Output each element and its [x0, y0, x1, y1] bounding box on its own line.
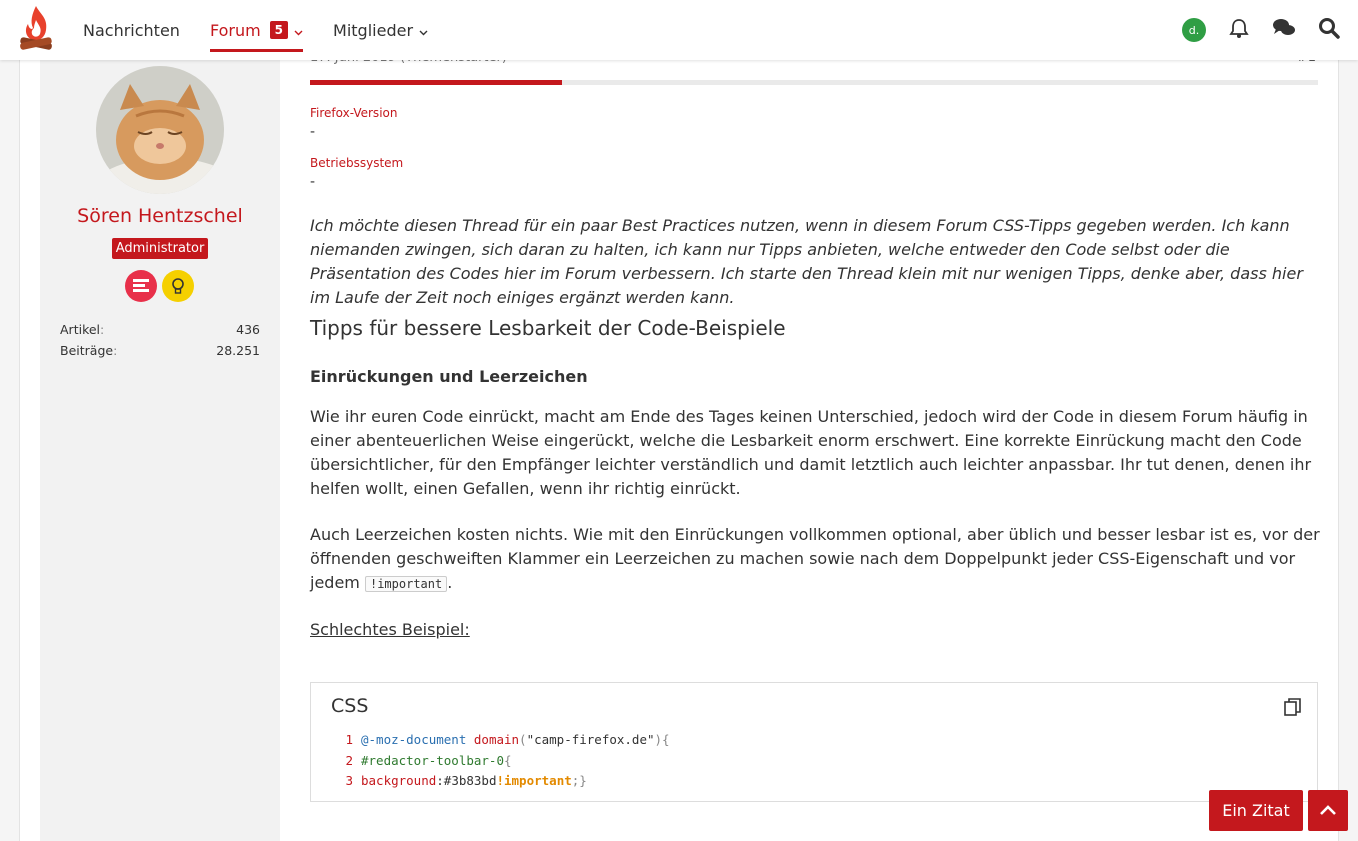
- author-name[interactable]: Sören Hentzschel: [40, 205, 280, 227]
- field-value-os: -: [310, 174, 316, 190]
- code-box: CSS 1 @-moz-document domain("camp-firefox…: [310, 682, 1318, 802]
- trophy-badges: [125, 270, 194, 302]
- code-token: !important: [496, 773, 572, 788]
- copy-icon[interactable]: [1283, 697, 1303, 721]
- code-line: 3 background:#3b83bd!important;}: [331, 771, 670, 792]
- code-token: background: [361, 773, 437, 788]
- section-heading: Tipps für bessere Lesbarkeit der Code-Be…: [310, 316, 786, 340]
- code-token: :#3b83bd: [436, 773, 497, 788]
- read-progress-fill: [310, 80, 562, 85]
- stat-row: Artikel 436: [60, 322, 260, 337]
- read-progress-bar: [310, 80, 1318, 85]
- inline-code: !important: [364, 576, 448, 592]
- bell-icon[interactable]: [1228, 17, 1250, 43]
- line-number: 1: [345, 732, 353, 747]
- main-nav: Nachrichten Forum 5 Mitglieder: [83, 0, 458, 60]
- field-label-firefox-version: Firefox-Version: [310, 106, 398, 120]
- code-token: @-moz-document: [361, 732, 467, 747]
- nav-item-nachrichten[interactable]: Nachrichten: [83, 0, 180, 60]
- header-icons: d.: [1182, 0, 1340, 60]
- code-line: 1 @-moz-document domain("camp-firefox.de"…: [331, 730, 670, 751]
- paragraph-text: Auch Leerzeichen kosten nichts. Wie mit …: [310, 525, 1320, 592]
- articles-trophy-icon[interactable]: [125, 270, 157, 302]
- nav-label: Mitglieder: [333, 20, 414, 40]
- paragraph-end: .: [447, 573, 453, 592]
- paragraph-indentation: Wie ihr euren Code einrückt, macht am En…: [310, 407, 1312, 498]
- field-label-os: Betriebssystem: [310, 156, 404, 170]
- nav-item-forum[interactable]: Forum 5: [209, 0, 304, 60]
- rank-badge: Administrator: [112, 238, 208, 259]
- code-line: 2 #redactor-toolbar-0{: [331, 751, 670, 772]
- code-lines: 1 @-moz-document domain("camp-firefox.de"…: [331, 730, 670, 792]
- code-token: ){: [654, 732, 670, 747]
- code-token: ;}: [571, 773, 587, 788]
- site-logo[interactable]: [16, 4, 56, 54]
- bad-example-label: Schlechtes Beispiel:: [310, 620, 470, 639]
- lightbulb-icon[interactable]: [162, 270, 194, 302]
- code-token: domain: [473, 732, 520, 747]
- line-number: 2: [345, 752, 353, 768]
- quote-button[interactable]: Ein Zitat: [1209, 790, 1303, 831]
- chevron-down-icon: [419, 21, 428, 40]
- code-token: (: [519, 732, 527, 747]
- nav-label: Nachrichten: [83, 20, 180, 40]
- top-header: Nachrichten Forum 5 Mitglieder d.: [0, 0, 1358, 60]
- code-token: "camp-firefox.de": [526, 732, 655, 747]
- avatar[interactable]: [96, 66, 224, 194]
- nav-label: Forum: [209, 20, 261, 40]
- field-value-firefox-version: -: [310, 124, 316, 140]
- stat-value: 28.251: [216, 343, 260, 358]
- scroll-to-top-button[interactable]: [1308, 790, 1348, 831]
- code-token: {: [504, 752, 512, 768]
- unread-count-badge: 5: [269, 21, 289, 39]
- stat-row: Beiträge 28.251: [60, 343, 260, 358]
- code-token: #redactor-toolbar-0: [361, 752, 504, 768]
- line-number: 3: [345, 773, 353, 788]
- search-icon[interactable]: [1318, 17, 1340, 43]
- post-intro: Ich möchte diesen Thread für ein paar Be…: [310, 216, 1303, 307]
- stat-label[interactable]: Beiträge: [60, 343, 117, 358]
- conversations-icon[interactable]: [1272, 17, 1296, 43]
- stat-value: 436: [236, 322, 260, 337]
- section-subheading: Einrückungen und Leerzeichen: [310, 367, 588, 386]
- code-language-title: CSS: [331, 695, 369, 717]
- chevron-up-icon: [1319, 801, 1337, 820]
- paragraph-spaces: Auch Leerzeichen kosten nichts. Wie mit …: [310, 523, 1320, 596]
- author-stats: Artikel 436 Beiträge 28.251: [60, 322, 260, 364]
- chevron-down-icon: [294, 21, 303, 40]
- nav-item-mitglieder[interactable]: Mitglieder: [333, 0, 428, 60]
- stat-label[interactable]: Artikel: [60, 322, 104, 337]
- user-status-icon[interactable]: d.: [1182, 18, 1206, 42]
